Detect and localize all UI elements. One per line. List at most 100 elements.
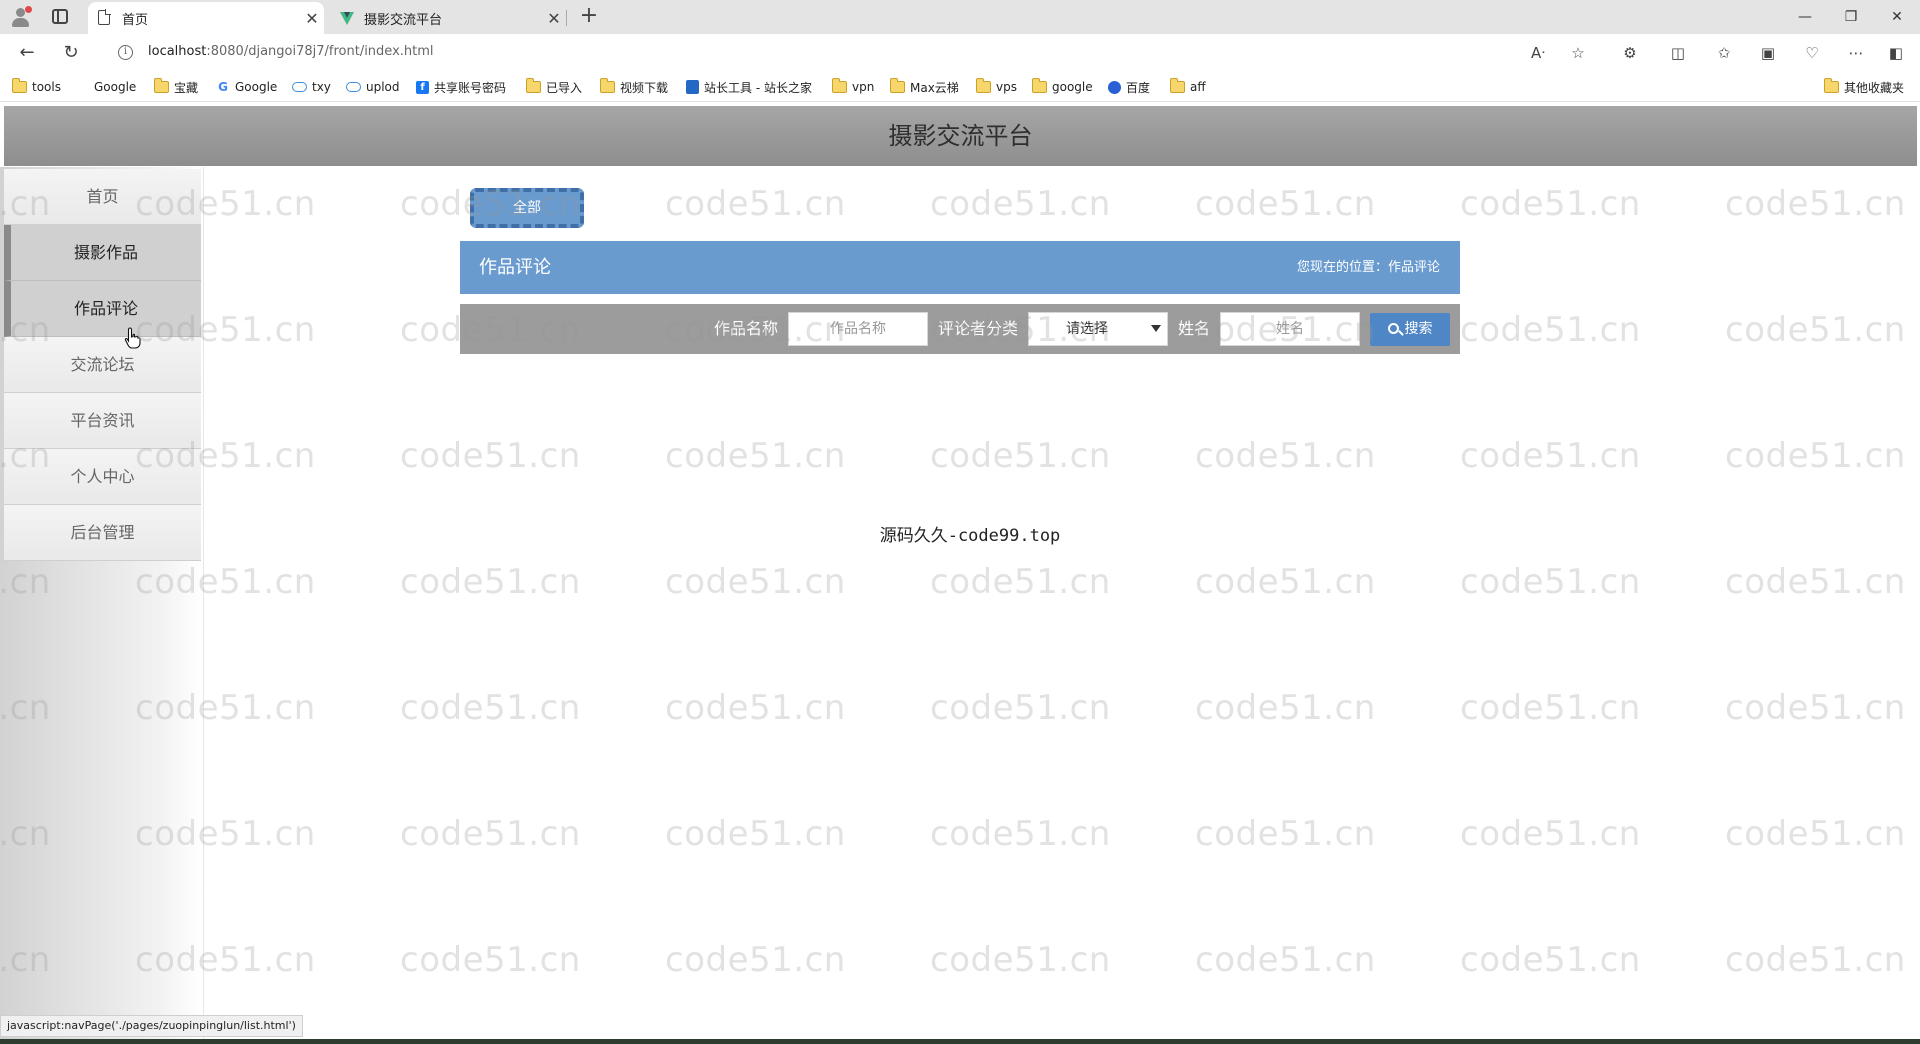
more-menu-icon[interactable]: ⋯	[1844, 41, 1868, 65]
read-aloud-icon[interactable]: Aᐧ	[1526, 41, 1550, 65]
watermark-text: code51.cn	[400, 436, 581, 476]
split-screen-icon[interactable]: ◫	[1666, 41, 1690, 65]
tab-separator	[566, 10, 567, 26]
category-select-value: 请选择	[1066, 321, 1108, 337]
sidebar-toggle-icon[interactable]: ◧	[1884, 41, 1908, 65]
chevron-down-icon	[1151, 325, 1161, 332]
back-button[interactable]: ←	[14, 41, 40, 65]
bookmark-item[interactable]: G Google	[216, 78, 277, 96]
watermark-text: code51.cn	[1725, 184, 1906, 224]
close-window-button[interactable]: ✕	[1874, 0, 1920, 34]
folder-icon	[12, 78, 27, 93]
filter-all-button[interactable]: 全部	[470, 188, 584, 228]
new-tab-button[interactable]: +	[576, 4, 602, 30]
bookmark-item[interactable]: 百度	[1108, 78, 1150, 96]
restore-button[interactable]: ❐	[1828, 0, 1874, 34]
watermark-text: code51.cn	[1725, 688, 1906, 728]
sidebar-item-news[interactable]: 平台资讯	[4, 393, 201, 449]
sidebar-item-photography-works[interactable]: 摄影作品	[4, 225, 201, 281]
category-label: 评论者分类	[938, 319, 1019, 338]
watermark-text: code51.cn	[1195, 562, 1376, 602]
bookmark-item[interactable]: Max云梯	[890, 78, 959, 96]
sidebar-nav: 首页 摄影作品 作品评论 交流论坛 平台资讯 个人中心 后台管理	[0, 167, 204, 1041]
browser-tab-home[interactable]: 首页 ✕	[88, 2, 324, 34]
watermark-text: code51.cn	[930, 940, 1111, 980]
browser-tab-bar: 首页 ✕ 摄影交流平台 ✕ + — ❐ ✕	[0, 0, 1920, 34]
bookmarks-bar: tools Google 宝藏 G Google txy uplod f 共享账号密…	[0, 72, 1920, 197]
bookmark-item[interactable]: Google	[78, 78, 136, 197]
browser-tab-platform[interactable]: 摄影交流平台 ✕	[330, 2, 566, 34]
watermark-text: code51.cn	[665, 688, 846, 728]
sidebar-item-work-comments[interactable]: 作品评论	[4, 281, 201, 337]
bookmark-item[interactable]: google	[1032, 78, 1093, 96]
minimize-button[interactable]: —	[1782, 0, 1828, 34]
bookmark-item[interactable]: 已导入	[526, 78, 582, 96]
watermark-text: code51.cn	[665, 436, 846, 476]
watermark-text: code51.cn	[1460, 940, 1641, 980]
watermark-text: code51.cn	[930, 814, 1111, 854]
watermark-text: code51.cn	[1460, 184, 1641, 224]
extensions-icon[interactable]: ⚙	[1618, 41, 1642, 65]
favorite-star-icon[interactable]: ☆	[1566, 41, 1590, 65]
watermark-text: code51.cn	[930, 184, 1111, 224]
search-button[interactable]: 搜索	[1370, 313, 1450, 346]
browser-essentials-icon[interactable]: ♡	[1800, 41, 1824, 65]
other-bookmarks[interactable]: 其他收藏夹	[1824, 78, 1904, 96]
tab-title: 摄影交流平台	[364, 12, 443, 28]
watermark-text: code51.cn	[1725, 562, 1906, 602]
work-name-label: 作品名称	[714, 319, 779, 338]
close-tab-icon[interactable]: ✕	[300, 9, 324, 28]
profile-icon[interactable]	[10, 6, 32, 28]
bookmark-item[interactable]: uplod	[346, 78, 400, 96]
sidebar-item-admin[interactable]: 后台管理	[4, 505, 201, 561]
bookmark-item[interactable]: vpn	[832, 78, 874, 96]
tool-icon	[686, 80, 699, 94]
url-text[interactable]: localhost:8080/djangoi78j7/front/index.h…	[148, 44, 434, 59]
work-name-input[interactable]	[788, 312, 928, 346]
url-field[interactable]: i localhost:8080/djangoi78j7/front/index…	[108, 38, 1578, 68]
bookmark-item[interactable]: f 共享账号密码	[416, 78, 506, 96]
sidebar-item-personal-center[interactable]: 个人中心	[4, 449, 201, 505]
watermark-text: code51.cn	[1195, 814, 1376, 854]
watermark-text: code51.cn	[400, 562, 581, 602]
address-bar-row: ← ↻ i localhost:8080/djangoi78j7/front/i…	[0, 34, 1920, 72]
watermark-text: code51.cn	[1725, 310, 1906, 350]
watermark-text: code51.cn	[930, 436, 1111, 476]
tab-actions-icon[interactable]	[52, 9, 68, 24]
site-info-icon[interactable]: i	[118, 45, 133, 60]
search-icon	[1387, 323, 1399, 334]
bookmark-item[interactable]: 视频下载	[600, 78, 668, 96]
watermark-text: code51.cn	[1195, 436, 1376, 476]
bookmark-item[interactable]: 宝藏	[154, 78, 198, 96]
category-select[interactable]: 请选择	[1028, 312, 1168, 346]
watermark-text: code51.cn	[400, 688, 581, 728]
bookmark-item[interactable]: tools	[12, 78, 61, 96]
bookmark-item[interactable]: 站长工具 - 站长之家	[686, 78, 812, 96]
watermark-text: code51.cn	[1195, 940, 1376, 980]
baidu-icon	[1108, 80, 1121, 94]
bookmark-item[interactable]: aff	[1170, 78, 1206, 96]
watermark-text: code51.cn	[665, 184, 846, 224]
page-icon	[98, 9, 112, 26]
name-input[interactable]	[1220, 312, 1360, 346]
watermark-text: code51.cn	[1460, 562, 1641, 602]
web-page: 摄影交流平台 首页 摄影作品 作品评论 交流论坛 平台资讯 个人中心 后台管理 …	[0, 103, 1920, 1044]
search-button-label: 搜索	[1404, 321, 1433, 337]
folder-icon	[890, 78, 905, 93]
refresh-button[interactable]: ↻	[58, 41, 84, 65]
watermark-text: code51.cn	[665, 814, 846, 854]
watermark-text: code51.cn	[930, 562, 1111, 602]
breadcrumb: 您现在的位置：作品评论	[1296, 260, 1440, 275]
bookmark-item[interactable]: txy	[292, 78, 331, 96]
bookmark-item[interactable]: vps	[976, 78, 1017, 96]
close-tab-icon[interactable]: ✕	[542, 9, 566, 28]
sidebar-item-home[interactable]: 首页	[4, 169, 201, 225]
watermark-text: code51.cn	[665, 940, 846, 980]
search-bar: 作品名称 评论者分类 请选择 姓名 搜索	[460, 304, 1460, 354]
collections-icon[interactable]: ▣	[1756, 41, 1780, 65]
section-title-bar: 作品评论 您现在的位置：作品评论	[460, 241, 1460, 294]
watermark-text: code51.cn	[400, 814, 581, 854]
sidebar-item-forum[interactable]: 交流论坛	[4, 337, 201, 393]
section-title: 作品评论	[479, 257, 551, 278]
favorites-icon[interactable]: ✩	[1712, 41, 1736, 65]
